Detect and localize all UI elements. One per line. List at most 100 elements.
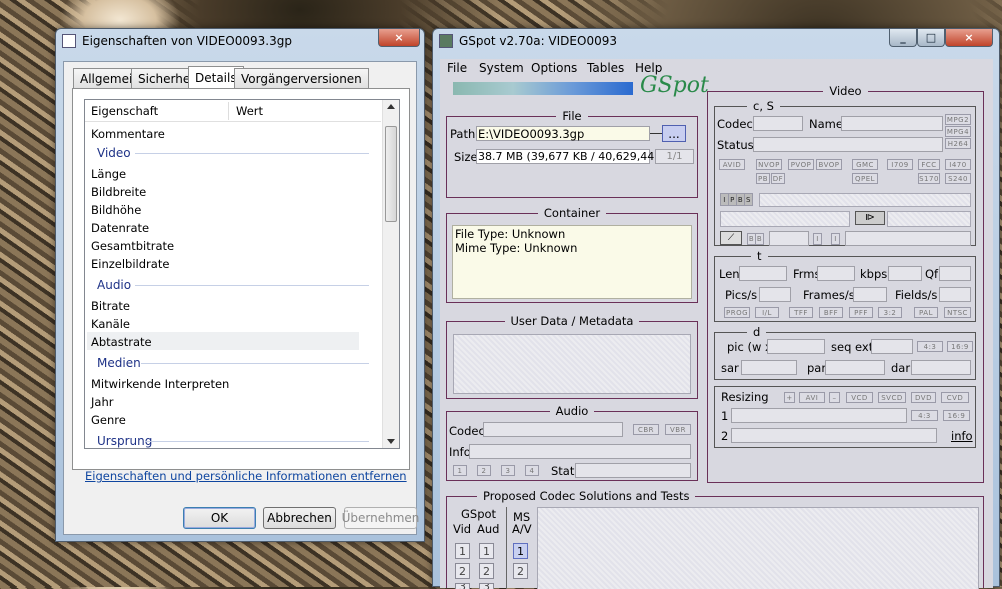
video-status-field xyxy=(753,137,943,152)
list-item[interactable]: Kanäle xyxy=(91,317,130,331)
kbps-label: kbps xyxy=(860,267,888,281)
minimize-button[interactable]: _ xyxy=(889,29,917,47)
list-item[interactable]: Jahr xyxy=(91,395,113,409)
gspot-window: GSpot v2.70a: VIDEO0093 _ □ × File Syste… xyxy=(432,28,1000,589)
resize-dvd[interactable]: DVD xyxy=(911,392,936,403)
seqext-label: seq ext xyxy=(831,340,874,354)
scroll-thumb[interactable] xyxy=(385,126,397,222)
list-item[interactable]: Genre xyxy=(91,413,126,427)
file-icon xyxy=(62,34,76,48)
path-label: Path xyxy=(450,127,476,141)
list-item[interactable]: Gesamtbitrate xyxy=(91,239,174,253)
scrollbar[interactable] xyxy=(382,100,399,448)
resizing-label: Resizing xyxy=(721,390,769,404)
gop-i1: I xyxy=(813,233,822,245)
audio-2[interactable]: 2 xyxy=(477,465,491,476)
container-info: File Type: Unknown Mime Type: Unknown xyxy=(452,225,692,299)
details-list[interactable]: Eigenschaft Wert Kommentare Video Länge … xyxy=(84,99,400,449)
close-button[interactable]: × xyxy=(378,29,420,47)
fields-label: Fields/s xyxy=(895,288,938,302)
close-button[interactable]: × xyxy=(945,29,993,47)
scroll-up-icon[interactable] xyxy=(387,104,395,109)
properties-title: Eigenschaften von VIDEO0093.3gp xyxy=(82,34,292,48)
resize-43[interactable]: 4:3 xyxy=(911,410,938,421)
list-item[interactable]: Abtastrate xyxy=(91,335,152,349)
browse-button[interactable]: ... xyxy=(662,125,686,142)
audio-group: Audio Codec CBR VBR Info 1 2 3 4 Stat xyxy=(446,404,698,481)
section-medien: Medien xyxy=(97,356,141,370)
audio-codec-field xyxy=(483,422,623,437)
list-item[interactable]: Bitrate xyxy=(91,299,130,313)
apply-button[interactable]: Übernehmen xyxy=(342,507,419,529)
remove-properties-link[interactable]: Eigenschaften und persönliche Informatio… xyxy=(85,469,407,483)
audio-4[interactable]: 4 xyxy=(525,465,539,476)
vid-3[interactable]: 3 xyxy=(455,583,470,589)
video-status-label: Status xyxy=(717,138,754,152)
path-line xyxy=(650,133,662,134)
flag-pal: PAL xyxy=(914,307,938,318)
ms-1[interactable]: 1 xyxy=(513,543,528,559)
ok-button[interactable]: OK xyxy=(183,507,256,529)
list-item[interactable]: Kommentare xyxy=(91,127,165,141)
list-item[interactable]: Einzelbildrate xyxy=(91,257,169,271)
scroll-down-icon[interactable] xyxy=(387,439,395,444)
audio-1[interactable]: 1 xyxy=(453,465,467,476)
menu-tables[interactable]: Tables xyxy=(587,61,624,75)
ms-2[interactable]: 2 xyxy=(513,563,528,579)
flag-pb: PB xyxy=(756,173,770,184)
flag-avid: AVID xyxy=(719,159,745,170)
list-item[interactable]: Mitwirkende Interpreten xyxy=(91,377,229,391)
dar-field xyxy=(911,360,971,375)
par-label: par xyxy=(807,361,827,375)
resize-avi[interactable]: AVI xyxy=(799,392,825,403)
info-link[interactable]: info xyxy=(951,429,973,443)
path-field[interactable]: E:\VIDEO0093.3gp xyxy=(476,126,650,141)
resize-vcd[interactable]: VCD xyxy=(846,392,873,403)
size-field: 38.7 MB (39,677 KB / 40,629,443 b xyxy=(476,149,672,164)
tab-vorgaengerversionen[interactable]: Vorgängerversionen xyxy=(234,68,369,88)
vid-2[interactable]: 2 xyxy=(455,563,470,579)
flag-i470: I470 xyxy=(945,159,971,170)
file-count: 1/1 xyxy=(655,149,694,164)
section-audio: Audio xyxy=(97,278,132,292)
list-item[interactable]: Bildhöhe xyxy=(91,203,141,217)
gop-field-2 xyxy=(845,231,971,246)
list-item[interactable]: Bildbreite xyxy=(91,185,146,199)
container-group-title: Container xyxy=(537,206,607,220)
flag-gmc: GMC xyxy=(852,159,878,170)
kbps-field xyxy=(888,266,922,281)
resize-minus[interactable]: – xyxy=(829,392,840,403)
resize-169[interactable]: 16:9 xyxy=(943,410,970,421)
pic-field xyxy=(767,339,825,354)
cancel-button[interactable]: Abbrechen xyxy=(263,507,336,529)
menu-system[interactable]: System xyxy=(479,61,524,75)
vbr-tag: VBR xyxy=(665,424,691,435)
resize-plus[interactable]: + xyxy=(784,392,795,403)
maximize-button[interactable]: □ xyxy=(917,29,945,47)
list-item[interactable]: Datenrate xyxy=(91,221,149,235)
resize-2-label: 2 xyxy=(721,429,729,443)
column-header-value[interactable]: Wert xyxy=(236,104,263,118)
menu-options[interactable]: Options xyxy=(531,61,577,75)
frame-sequence xyxy=(759,193,971,207)
audio-info-label: Info xyxy=(449,445,471,459)
aud-1[interactable]: 1 xyxy=(479,543,494,559)
aud-3[interactable]: 3 xyxy=(479,583,494,589)
resize-cvd[interactable]: CVD xyxy=(941,392,969,403)
column-header-property[interactable]: Eigenschaft xyxy=(91,104,158,118)
vid-label: Vid xyxy=(453,522,472,536)
aud-2[interactable]: 2 xyxy=(479,563,494,579)
list-item[interactable]: Länge xyxy=(91,167,126,181)
menu-file[interactable]: File xyxy=(447,61,467,75)
play-icon[interactable]: ⧐ xyxy=(855,211,885,225)
resize-svcd[interactable]: SVCD xyxy=(878,392,906,403)
properties-titlebar[interactable]: Eigenschaften von VIDEO0093.3gp xyxy=(56,29,424,53)
frms-field xyxy=(817,266,855,281)
frame-view-left xyxy=(720,211,850,227)
ratio-43: 4:3 xyxy=(917,341,943,352)
properties-window: Eigenschaften von VIDEO0093.3gp × Allgem… xyxy=(55,28,425,542)
audio-3[interactable]: 3 xyxy=(501,465,515,476)
frame-s: S xyxy=(744,193,753,206)
vid-1[interactable]: 1 xyxy=(455,543,470,559)
wave-icon[interactable]: ⟋ xyxy=(720,231,742,245)
